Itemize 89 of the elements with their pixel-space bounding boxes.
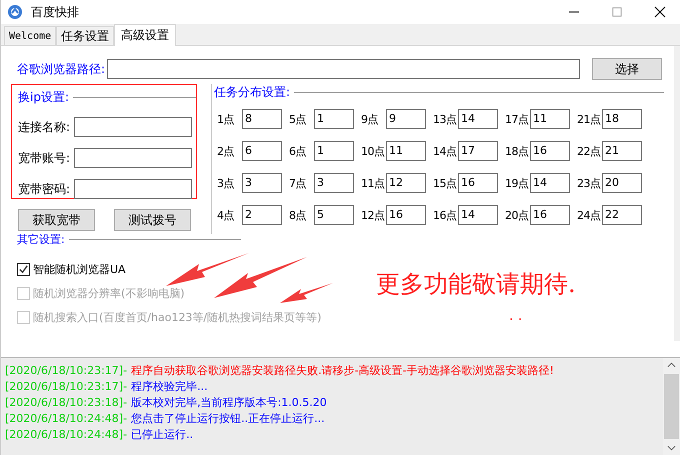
hour-field[interactable]: 12 <box>386 173 426 193</box>
close-icon[interactable] <box>654 6 666 18</box>
hour-field[interactable]: 16 <box>530 205 570 225</box>
app-icon <box>7 4 23 20</box>
hour-label: 23点 <box>577 176 602 190</box>
log-timestamp: [2020/6/18/10:24:48]- <box>5 412 128 425</box>
field-label: 宽带账号: <box>18 150 72 166</box>
hour-label: 14点 <box>433 144 458 158</box>
checkbox[interactable] <box>17 262 30 276</box>
hour-label: 17点 <box>505 112 530 126</box>
hour-field[interactable]: 1 <box>314 141 354 161</box>
hour-field[interactable]: 17 <box>458 141 498 161</box>
log-timestamp: [2020/6/18/10:23:17]- <box>5 364 128 377</box>
log-message: 已停止运行.. <box>131 428 194 441</box>
hour-field[interactable]: 14 <box>458 205 498 225</box>
log-message: 程序校验完毕... <box>131 380 208 393</box>
hour-label: 5点 <box>289 112 307 126</box>
hour-label: 13点 <box>433 112 458 126</box>
log-message: 版本校对完毕,当前程序版本号:1.0.5.20 <box>131 396 327 409</box>
scroll-down-icon[interactable] <box>667 445 676 451</box>
hour-label: 12点 <box>361 208 386 222</box>
hour-label: 9点 <box>361 112 379 126</box>
checkbox-label: 随机浏览器分辨率(不影响电脑) <box>33 286 185 300</box>
hour-field[interactable]: 22 <box>602 205 642 225</box>
hour-field[interactable]: 21 <box>602 141 642 161</box>
maximize-icon[interactable] <box>612 7 622 17</box>
annotation-dots: . . <box>509 308 522 324</box>
hour-label: 10点 <box>361 144 386 158</box>
hour-label: 15点 <box>433 176 458 190</box>
hour-field[interactable]: 6 <box>242 141 282 161</box>
input-field[interactable] <box>74 117 192 137</box>
hour-label: 2点 <box>217 144 235 158</box>
hour-field[interactable]: 16 <box>458 173 498 193</box>
input-field[interactable] <box>74 179 192 199</box>
scroll-thumb[interactable] <box>664 374 679 439</box>
group-title: 任务分布设置: <box>214 84 290 101</box>
log-message: 您点击了停止运行按钮..正在停止运行... <box>131 412 325 425</box>
hour-field[interactable]: 16 <box>530 141 570 161</box>
hour-field[interactable]: 9 <box>386 109 426 129</box>
hour-label: 21点 <box>577 112 602 126</box>
hour-label: 1点 <box>217 112 235 126</box>
hour-label: 7点 <box>289 176 307 190</box>
action-button[interactable]: 获取宽带 <box>18 209 95 231</box>
group-title: 其它设置: <box>17 232 65 247</box>
checkbox-label: 随机搜索入口(百度首页/hao123等/随机热搜词结果页等等) <box>33 310 322 324</box>
scroll-up-icon[interactable] <box>667 362 676 368</box>
hour-field[interactable]: 2 <box>242 205 282 225</box>
log-timestamp: [2020/6/18/10:23:17]- <box>5 380 128 393</box>
hour-label: 8点 <box>289 208 307 222</box>
group-title: 换ip设置: <box>18 89 69 106</box>
hour-field[interactable]: 11 <box>386 141 426 161</box>
hour-label: 20点 <box>505 208 530 222</box>
hour-field[interactable]: 5 <box>314 205 354 225</box>
window-title: 百度快排 <box>31 4 79 20</box>
hour-label: 16点 <box>433 208 458 222</box>
hour-field[interactable]: 8 <box>242 109 282 129</box>
hour-field[interactable]: 3 <box>242 173 282 193</box>
tab[interactable]: Welcome <box>4 26 56 45</box>
tab[interactable]: 任务设置 <box>56 26 114 45</box>
hour-field[interactable]: 20 <box>602 173 642 193</box>
hour-label: 19点 <box>505 176 530 190</box>
hour-label: 3点 <box>217 176 235 190</box>
tab[interactable]: 高级设置 <box>114 24 176 46</box>
checkbox-label: 智能随机浏览器UA <box>33 262 126 276</box>
path-field[interactable] <box>107 59 580 79</box>
hour-field[interactable]: 18 <box>602 109 642 129</box>
hour-field[interactable]: 16 <box>386 205 426 225</box>
hour-label: 22点 <box>577 144 602 158</box>
choose-button[interactable]: 选择 <box>592 58 662 80</box>
hour-label: 4点 <box>217 208 235 222</box>
hour-field[interactable]: 14 <box>530 173 570 193</box>
hour-label: 24点 <box>577 208 602 222</box>
hour-label: 11点 <box>361 176 386 190</box>
hour-field[interactable]: 11 <box>530 109 570 129</box>
hour-field[interactable]: 1 <box>314 109 354 129</box>
scrollbar[interactable] <box>663 358 680 455</box>
annotation-text: 更多功能敬请期待. <box>376 269 576 300</box>
field-label: 谷歌浏览器路径: <box>17 60 106 78</box>
log-timestamp: [2020/6/18/10:24:48]- <box>5 428 128 441</box>
hour-field[interactable]: 14 <box>458 109 498 129</box>
log-message: 程序自动获取谷歌浏览器安装路径失败.请移步-高级设置-手动选择谷歌浏览器安装路径! <box>131 364 554 377</box>
hour-field[interactable]: 3 <box>314 173 354 193</box>
input-field[interactable] <box>74 148 192 168</box>
action-button[interactable]: 测试拨号 <box>114 209 191 231</box>
field-label: 宽带密码: <box>18 180 72 198</box>
log-timestamp: [2020/6/18/10:23:18]- <box>5 396 128 409</box>
hour-label: 18点 <box>505 144 530 158</box>
hour-label: 6点 <box>289 144 307 158</box>
field-label: 连接名称: <box>18 118 72 136</box>
